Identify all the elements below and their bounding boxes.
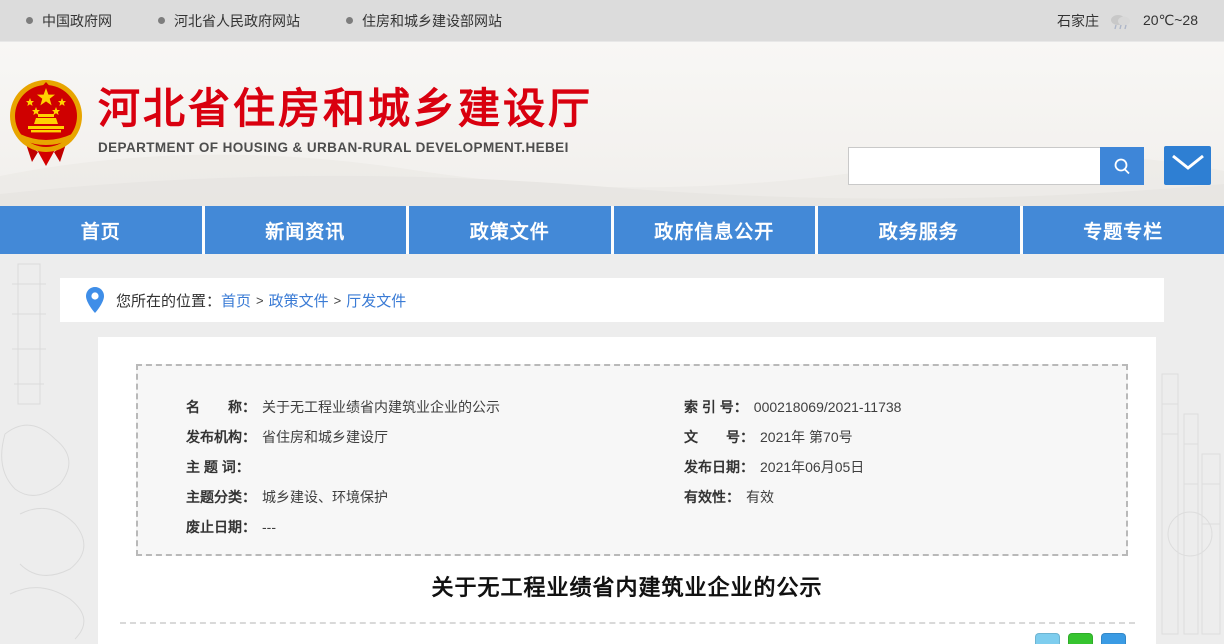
city-watermark-icon [1154, 334, 1224, 644]
site-title: 河北省住房和城乡建设厅 [98, 86, 593, 132]
breadcrumb: 您所在的位置： 首页 > 政策文件 > 厅发文件 [60, 278, 1164, 322]
meta-label: 主 题 词： [186, 457, 250, 477]
meta-label: 文 号： [684, 427, 754, 447]
brand: 河北省住房和城乡建设厅 DEPARTMENT OF HOUSING & URBA… [8, 74, 593, 170]
location-pin-icon [86, 287, 104, 313]
meta-value: 2021年06月05日 [760, 457, 864, 477]
site-header: 河北省住房和城乡建设厅 DEPARTMENT OF HOUSING & URBA… [0, 42, 1224, 206]
weather-city: 石家庄 [1057, 11, 1099, 31]
tencent-weibo-share-icon[interactable] [1035, 633, 1060, 644]
link-label: 河北省人民政府网站 [174, 11, 300, 31]
link-label: 住房和城乡建设部网站 [362, 11, 502, 31]
meta-row-publish-date: 发布日期： 2021年06月05日 [684, 452, 1104, 482]
link-china-gov[interactable]: 中国政府网 [26, 11, 112, 31]
rain-cloud-icon [1109, 12, 1133, 30]
nav-special-topics[interactable]: 专题专栏 [1023, 206, 1224, 254]
weather-widget: 石家庄 20℃~28 [1057, 11, 1198, 31]
document-title: 关于无工程业绩省内建筑业企业的公示 [98, 570, 1156, 602]
meta-row-name: 名 称： 关于无工程业绩省内建筑业企业的公示 [186, 392, 684, 422]
site-subtitle: DEPARTMENT OF HOUSING & URBAN-RURAL DEVE… [98, 140, 593, 155]
meta-value: 关于无工程业绩省内建筑业企业的公示 [262, 397, 500, 417]
wechat-share-icon[interactable] [1068, 633, 1093, 644]
document-meta-box: 名 称： 关于无工程业绩省内建筑业企业的公示 发布机构： 省住房和城乡建设厅 主… [136, 364, 1128, 556]
content-area: 您所在的位置： 首页 > 政策文件 > 厅发文件 名 称： 关于无工程业绩省内建… [0, 254, 1224, 644]
bullet-icon [346, 17, 353, 24]
search-icon [1112, 156, 1132, 176]
meta-column-left: 名 称： 关于无工程业绩省内建筑业企业的公示 发布机构： 省住房和城乡建设厅 主… [186, 392, 684, 554]
meta-row-issuing-agency: 发布机构： 省住房和城乡建设厅 [186, 422, 684, 452]
search-input[interactable] [848, 147, 1100, 185]
meta-label: 有效性： [684, 487, 740, 507]
meta-label: 发布机构： [186, 427, 256, 447]
meta-value: 2021年 第70号 [760, 427, 853, 447]
page: 中国政府网 河北省人民政府网站 住房和城乡建设部网站 石家庄 20℃~28 [0, 0, 1224, 644]
meta-row-validity: 有效性： 有效 [684, 482, 1104, 512]
meta-column-right: 索 引 号： 000218069/2021-11738 文 号： 2021年 第… [684, 392, 1104, 554]
search-area [848, 146, 1211, 185]
breadcrumb-label: 您所在的位置： [116, 290, 221, 311]
link-hebei-gov[interactable]: 河北省人民政府网站 [158, 11, 300, 31]
divider [120, 622, 1135, 624]
nav-home[interactable]: 首页 [0, 206, 202, 254]
nav-news[interactable]: 新闻资讯 [205, 206, 407, 254]
meta-label: 废止日期： [186, 517, 256, 537]
meta-value: --- [262, 519, 276, 535]
breadcrumb-department-documents[interactable]: 厅发文件 [346, 290, 406, 311]
mail-button[interactable] [1164, 146, 1211, 185]
nav-policy-documents[interactable]: 政策文件 [409, 206, 611, 254]
meta-row-abolition-date: 废止日期： --- [186, 512, 684, 542]
meta-value: 有效 [746, 487, 774, 507]
qq-share-icon[interactable] [1101, 633, 1126, 644]
breadcrumb-home[interactable]: 首页 [221, 290, 251, 311]
meta-row-subject-words: 主 题 词： [186, 452, 684, 482]
meta-row-document-number: 文 号： 2021年 第70号 [684, 422, 1104, 452]
topbar-links: 中国政府网 河北省人民政府网站 住房和城乡建设部网站 [26, 11, 502, 31]
link-mohurd[interactable]: 住房和城乡建设部网站 [346, 11, 502, 31]
meta-label: 名 称： [186, 397, 256, 417]
link-label: 中国政府网 [42, 11, 112, 31]
meta-row-index-number: 索 引 号： 000218069/2021-11738 [684, 392, 1104, 422]
top-utility-bar: 中国政府网 河北省人民政府网站 住房和城乡建设部网站 石家庄 20℃~28 [0, 0, 1224, 42]
share-bar [1035, 633, 1126, 644]
breadcrumb-separator: > [334, 293, 342, 308]
meta-row-subject-category: 主题分类： 城乡建设、环境保护 [186, 482, 684, 512]
meta-value: 000218069/2021-11738 [754, 399, 902, 415]
meta-label: 主题分类： [186, 487, 256, 507]
meta-value: 城乡建设、环境保护 [262, 487, 388, 507]
main-nav: 首页 新闻资讯 政策文件 政府信息公开 政务服务 专题专栏 [0, 206, 1224, 254]
national-emblem-icon [8, 74, 84, 170]
bullet-icon [26, 17, 33, 24]
envelope-icon [1171, 154, 1205, 178]
meta-label: 索 引 号： [684, 397, 748, 417]
nav-gov-services[interactable]: 政务服务 [818, 206, 1020, 254]
document-card: 名 称： 关于无工程业绩省内建筑业企业的公示 发布机构： 省住房和城乡建设厅 主… [98, 337, 1156, 644]
breadcrumb-separator: > [256, 293, 264, 308]
meta-value: 省住房和城乡建设厅 [262, 427, 388, 447]
meta-label: 发布日期： [684, 457, 754, 477]
brand-text: 河北省住房和城乡建设厅 DEPARTMENT OF HOUSING & URBA… [98, 74, 593, 155]
breadcrumb-policy-documents[interactable]: 政策文件 [269, 290, 329, 311]
weather-temperature: 20℃~28 [1143, 12, 1198, 29]
nav-gov-info-disclosure[interactable]: 政府信息公开 [614, 206, 816, 254]
bullet-icon [158, 17, 165, 24]
search-button[interactable] [1100, 147, 1144, 185]
